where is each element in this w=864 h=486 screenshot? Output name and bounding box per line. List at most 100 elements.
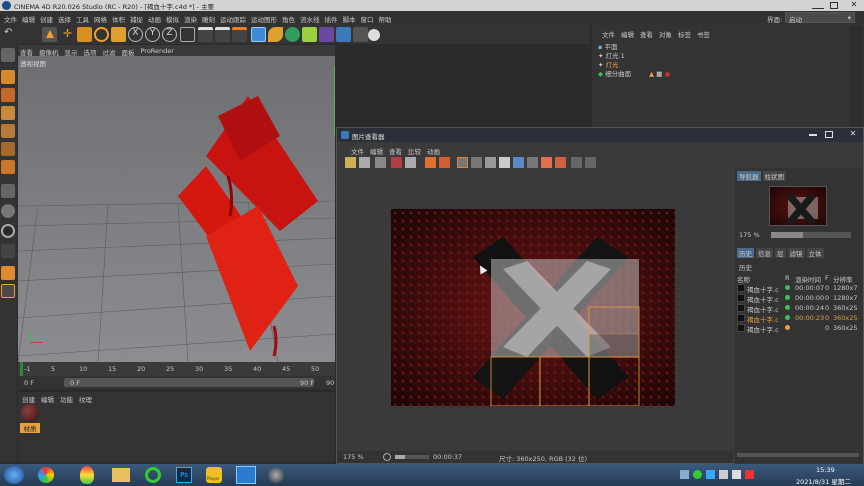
view-split-icon[interactable] <box>513 157 524 168</box>
pv-menu-compare[interactable]: 比较 <box>408 146 421 156</box>
history-row[interactable]: 褐血十字.c 00:00:07 0 1280x7 <box>735 283 863 294</box>
grid-view-icon[interactable] <box>571 157 582 168</box>
menu-character[interactable]: 角色 <box>282 14 295 24</box>
menu-motion-tracking[interactable]: 运动跟踪 <box>220 14 246 24</box>
undo-icon[interactable]: ↶ <box>4 27 19 42</box>
region-render-icon[interactable] <box>457 157 468 168</box>
menu-mesh[interactable]: 网格 <box>94 14 107 24</box>
render-view-icon[interactable] <box>198 27 213 42</box>
close-button[interactable]: ✕ <box>846 0 862 11</box>
object-menu-edit[interactable]: 编辑 <box>621 29 634 39</box>
object-menu-bookmark[interactable]: 书签 <box>697 29 710 39</box>
render-settings-icon[interactable] <box>232 27 247 42</box>
clock-date[interactable]: 2021/8/31 星期二 <box>796 476 851 486</box>
tray-wechat-icon[interactable] <box>693 470 702 479</box>
color-profile-icon[interactable] <box>485 157 496 168</box>
alpha-icon[interactable] <box>471 157 482 168</box>
menu-snap[interactable]: 捕捉 <box>130 14 143 24</box>
history-row[interactable]: 褐血十字.c 00:00:00 0 1280x7 <box>735 293 863 304</box>
taskbar-c4d-icon[interactable] <box>268 467 284 483</box>
material-menu-create[interactable]: 创建 <box>22 394 35 404</box>
minimize-button[interactable] <box>812 2 824 9</box>
timeline-ruler[interactable]: -1 5 10 15 20 25 30 35 40 45 50 <box>18 362 335 376</box>
menu-script[interactable]: 脚本 <box>343 14 356 24</box>
open-file-icon[interactable] <box>345 157 356 168</box>
menu-render[interactable]: 渲染 <box>184 14 197 24</box>
tray-volume-icon[interactable] <box>732 470 741 479</box>
taskbar-meeting-icon[interactable] <box>236 466 256 484</box>
menu-select[interactable]: 选择 <box>58 14 71 24</box>
zoom-step-icon[interactable] <box>383 453 391 461</box>
axis-y-button[interactable]: Y <box>145 27 160 42</box>
axis-x-button[interactable]: X <box>128 27 143 42</box>
floor-icon[interactable] <box>336 27 351 42</box>
perspective-viewport[interactable]: 透视视图 <box>18 56 335 362</box>
pv-minimize-button[interactable] <box>809 134 817 136</box>
pv-menu-view[interactable]: 查看 <box>389 146 402 156</box>
tab-navigator[interactable]: 导航器 <box>737 171 761 181</box>
zoom-level[interactable]: 175 % <box>343 453 364 461</box>
workplane-mode-icon[interactable] <box>1 106 15 120</box>
snap-icon[interactable] <box>1 244 15 258</box>
cloner-icon[interactable] <box>302 27 317 42</box>
navigator-zoom-slider[interactable] <box>771 232 851 238</box>
object-row[interactable]: ◆ 细分曲面 ▲ ▦ ● <box>598 68 670 78</box>
select-tool-icon[interactable] <box>42 27 57 42</box>
menu-volume[interactable]: 体积 <box>112 14 125 24</box>
menu-window[interactable]: 窗口 <box>361 14 374 24</box>
subdivision-surface-icon[interactable] <box>285 27 300 42</box>
menu-mograph[interactable]: 运动图形 <box>251 14 277 24</box>
tab-stereo[interactable]: 立体 <box>806 248 824 258</box>
taskbar-folder-icon[interactable] <box>112 468 130 482</box>
maximize-button[interactable] <box>830 2 838 9</box>
last-tool-icon[interactable] <box>111 27 126 42</box>
menu-tools[interactable]: 工具 <box>76 14 89 24</box>
pv-close-button[interactable]: ✕ <box>845 129 861 141</box>
view-single-icon[interactable] <box>499 157 510 168</box>
taskbar-player-icon[interactable]: Player <box>206 467 222 483</box>
navigator-thumbnail[interactable] <box>769 186 827 226</box>
material-menu-texture[interactable]: 纹理 <box>79 394 92 404</box>
tab-history[interactable]: 历史 <box>737 248 754 258</box>
menu-animate[interactable]: 动画 <box>148 14 161 24</box>
object-menu-object[interactable]: 对象 <box>659 29 672 39</box>
menu-edit[interactable]: 编辑 <box>22 14 35 24</box>
history-row[interactable]: 褐血十字.c 00:00:24 0 360x25 <box>735 303 863 314</box>
menu-sculpt[interactable]: 雕刻 <box>202 14 215 24</box>
tray-flag-icon[interactable] <box>745 470 754 479</box>
points-mode-icon[interactable] <box>1 124 15 138</box>
tray-network-icon[interactable] <box>719 470 728 479</box>
cube-primitive-icon[interactable] <box>251 27 266 42</box>
histogram-icon[interactable] <box>527 157 538 168</box>
menu-file[interactable]: 文件 <box>4 14 17 24</box>
channel-r-icon[interactable] <box>425 157 436 168</box>
current-frame-field[interactable]: 0 F <box>24 379 34 387</box>
history-row[interactable]: 褐血十字.c 0 360x25 <box>735 323 863 334</box>
render-to-pv-icon[interactable] <box>375 157 386 168</box>
tray-shield-icon[interactable] <box>706 470 715 479</box>
menu-help[interactable]: 帮助 <box>379 14 392 24</box>
material-menu-edit[interactable]: 编辑 <box>41 394 54 404</box>
pv-maximize-button[interactable] <box>825 131 833 138</box>
save-icon[interactable] <box>359 157 370 168</box>
render-picture-viewer-icon[interactable] <box>215 27 230 42</box>
mark-b-icon[interactable] <box>555 157 566 168</box>
menu-pipeline[interactable]: 流水线 <box>300 14 320 24</box>
taskbar-photoshop-icon[interactable]: Ps <box>176 467 192 483</box>
make-editable-icon[interactable] <box>1 48 15 62</box>
tab-layers[interactable]: 层 <box>775 248 786 258</box>
coordinate-system-icon[interactable] <box>180 27 195 42</box>
tab-histogram[interactable]: 柱状图 <box>762 171 786 181</box>
object-menu-file[interactable]: 文件 <box>602 29 615 39</box>
camera-icon[interactable] <box>353 27 368 42</box>
frame-range-slider[interactable]: 0 F 90 F <box>64 378 314 387</box>
menu-create[interactable]: 创建 <box>40 14 53 24</box>
axis-z-button[interactable]: Z <box>162 27 177 42</box>
history-scrollbar[interactable] <box>737 453 859 457</box>
playhead-marker[interactable] <box>20 362 23 376</box>
stop-render-icon[interactable] <box>391 157 402 168</box>
locked-workplane-icon[interactable] <box>1 266 15 280</box>
viewport-solo-icon[interactable] <box>1 224 15 238</box>
spline-pen-icon[interactable] <box>268 27 283 42</box>
pv-menu-file[interactable]: 文件 <box>351 146 364 156</box>
